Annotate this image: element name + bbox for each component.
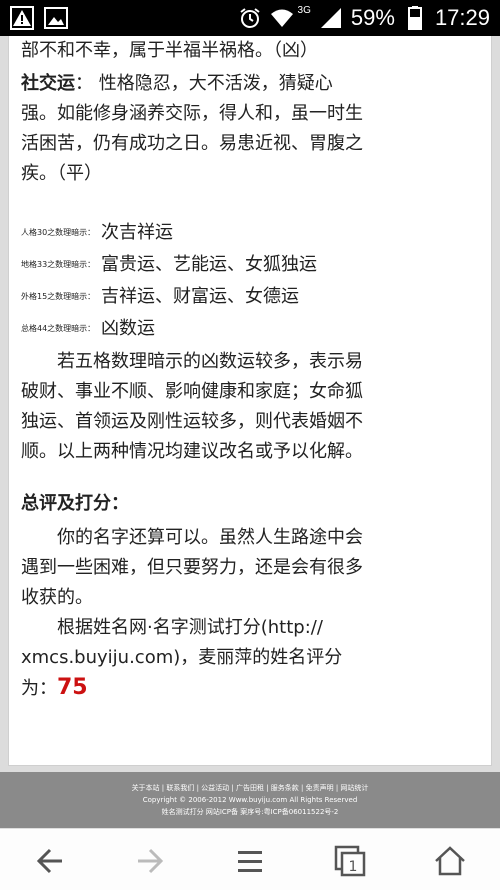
web-page[interactable]: 部不和不幸，属于半福半祸格。（凶） 社交运： 性格隐忍，大不活泼，猜疑心 强。如… xyxy=(0,36,500,772)
alert-icon xyxy=(10,6,34,30)
name-score: 75 xyxy=(57,675,88,700)
image-icon xyxy=(44,7,68,29)
browser-navbar: 1 xyxy=(0,828,500,890)
hints-list: 人格30之数理暗示： 次吉祥运 地格33之数理暗示： 富贵运、艺能运、女狐独运 … xyxy=(21,217,479,345)
forward-button[interactable] xyxy=(132,843,168,879)
menu-icon xyxy=(238,851,262,872)
score-prefix: 为： xyxy=(21,678,57,699)
tabs-button[interactable]: 1 xyxy=(332,843,368,879)
hint-label: 外格15之数理暗示： xyxy=(21,292,96,301)
hint-row: 地格33之数理暗示： 富贵运、艺能运、女狐独运 xyxy=(21,249,479,281)
wifi-icon xyxy=(270,9,293,27)
summary-title: 总评及打分： xyxy=(21,493,129,514)
alarm-icon xyxy=(239,8,260,28)
clock: 17:29 xyxy=(434,5,490,30)
hint-label: 人格30之数理暗示： xyxy=(21,228,96,237)
signal-icon xyxy=(320,8,341,28)
hint-row: 总格44之数理暗示： 凶数运 xyxy=(21,313,479,345)
warning-line: 破财、事业不顺、影响健康和家庭；女命狐 xyxy=(21,381,363,402)
warning-paragraph: 若五格数理暗示的凶数运较多，表示易 破财、事业不顺、影响健康和家庭；女命狐 独运… xyxy=(21,347,479,467)
summary-line: xmcs.buyiju.com)，麦丽萍的姓名评分 xyxy=(21,647,343,668)
back-icon xyxy=(36,848,62,874)
status-bar: 3G 59% 17:29 xyxy=(0,0,500,36)
hint-value: 吉祥运、财富运、女德运 xyxy=(101,286,299,307)
social-line: 疾。（平） xyxy=(21,163,102,184)
article-text-line: 部不和不幸，属于半福半祸格。（凶） xyxy=(21,40,318,61)
forward-icon xyxy=(138,848,164,874)
battery-percent: 59% xyxy=(350,5,395,30)
hint-label: 地格33之数理暗示： xyxy=(21,260,96,269)
battery-icon xyxy=(407,6,422,30)
menu-button[interactable] xyxy=(232,843,268,879)
footer-icp: 姓名测试打分 网站ICP备 案序号:粤ICP备06011522号-2 xyxy=(161,808,339,816)
summary-paragraph: 你的名字还算可以。虽然人生路途中会 遇到一些困难，但只要努力，还是会有很多 收获… xyxy=(21,523,479,704)
hint-label: 总格44之数理暗示： xyxy=(21,324,96,333)
hint-value: 凶数运 xyxy=(101,318,155,339)
notification-icons xyxy=(10,6,68,30)
warning-line: 独运、首领运及刚性运较多，则代表婚姻不 xyxy=(21,411,363,432)
tabs-icon: 1 xyxy=(334,845,366,877)
social-label: 社交运 xyxy=(21,73,75,94)
footer-links[interactable]: 关于本站 | 联系我们 | 公益活动 | 广告田租 | 服务条款 | 免责声明 … xyxy=(0,782,500,794)
system-status: 3G 59% 17:29 xyxy=(238,4,490,32)
social-paragraph: 社交运： 性格隐忍，大不活泼，猜疑心 强。如能修身涵养交际，得人和，虽一时生 活… xyxy=(21,69,479,189)
score-line: 为：75 xyxy=(21,673,479,704)
summary-line: 遇到一些困难，但只要努力，还是会有很多 xyxy=(21,557,363,578)
hint-row: 人格30之数理暗示： 次吉祥运 xyxy=(21,217,479,249)
network-type: 3G xyxy=(297,4,311,16)
summary-line: 根据姓名网·名字测试打分(http:// xyxy=(57,617,323,638)
social-line: 强。如能修身涵养交际，得人和，虽一时生 xyxy=(21,103,363,124)
hint-value: 富贵运、艺能运、女狐独运 xyxy=(101,254,317,275)
article-content: 部不和不幸，属于半福半祸格。（凶） 社交运： 性格隐忍，大不活泼，猜疑心 强。如… xyxy=(8,36,492,766)
social-text: ： 性格隐忍，大不活泼，猜疑心 xyxy=(75,73,333,94)
summary-line: 你的名字还算可以。虽然人生路途中会 xyxy=(57,527,363,548)
warning-line: 若五格数理暗示的凶数运较多，表示易 xyxy=(57,351,363,372)
back-button[interactable] xyxy=(32,843,68,879)
social-line: 活困苦，仍有成功之日。易患近视、胃腹之 xyxy=(21,133,363,154)
home-button[interactable] xyxy=(432,843,468,879)
footer-copyright: Copyright © 2006-2012 Www.buyiju.com All… xyxy=(142,796,358,804)
hint-row: 外格15之数理暗示： 吉祥运、财富运、女德运 xyxy=(21,281,479,313)
summary-line: 收获的。 xyxy=(21,587,93,608)
home-icon xyxy=(435,846,465,876)
tab-count: 1 xyxy=(349,859,358,875)
site-footer: 关于本站 | 联系我们 | 公益活动 | 广告田租 | 服务条款 | 免责声明 … xyxy=(0,772,500,828)
hint-value: 次吉祥运 xyxy=(101,222,173,243)
warning-line: 顺。以上两种情况均建议改名或予以化解。 xyxy=(21,441,363,462)
